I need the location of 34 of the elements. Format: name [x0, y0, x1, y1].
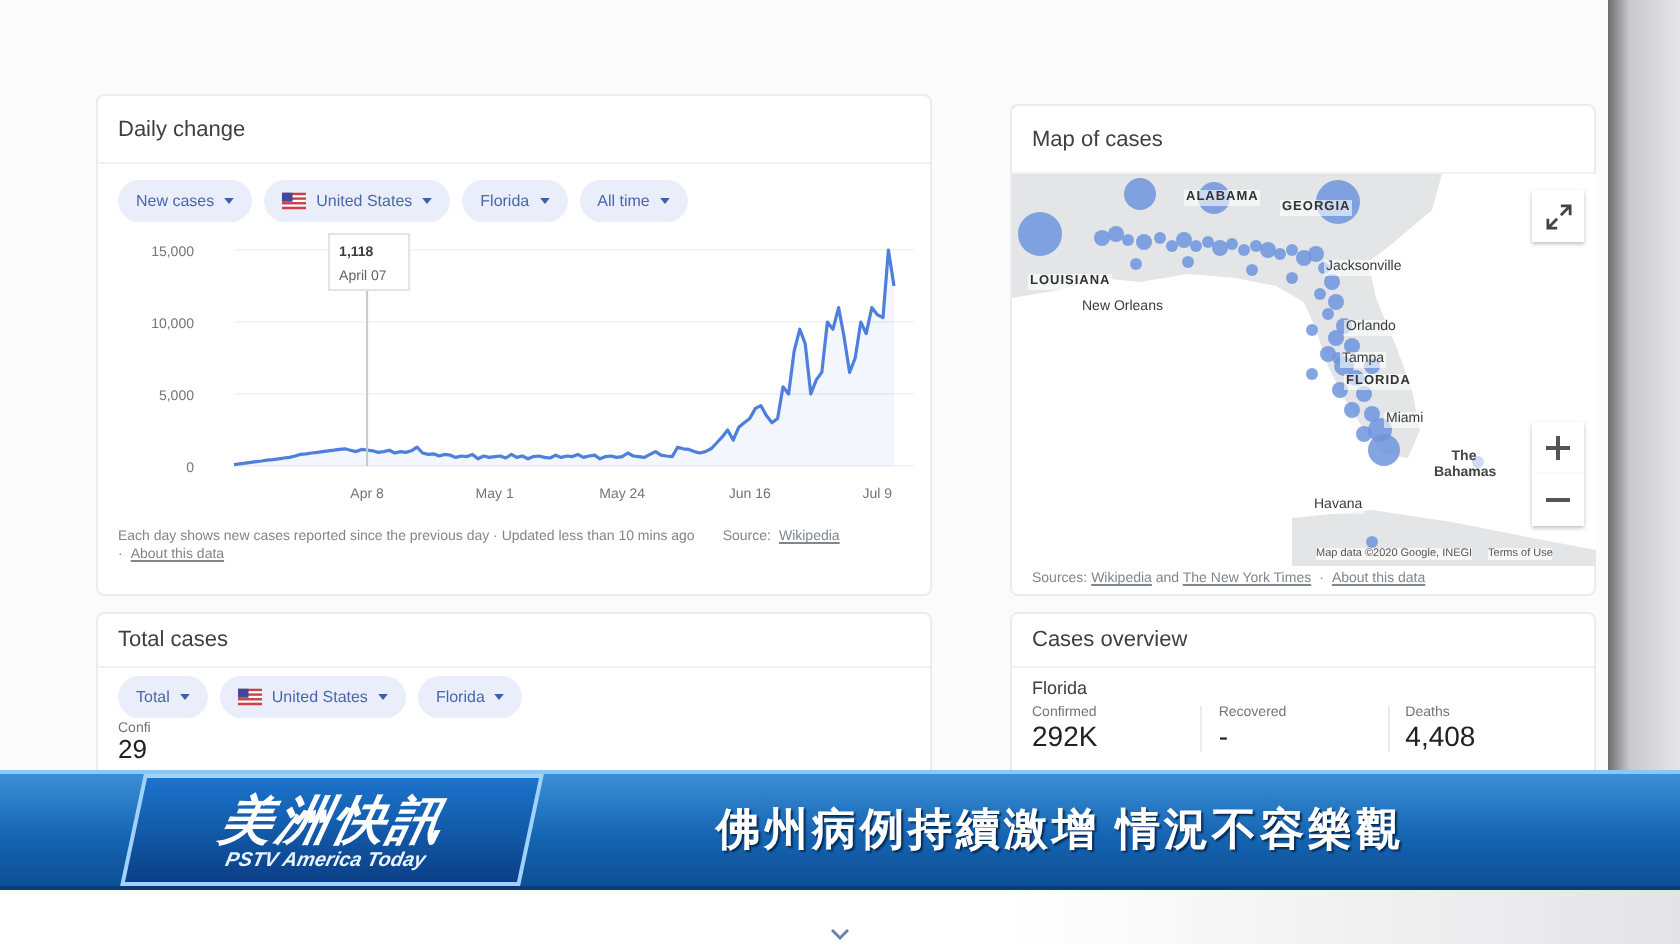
news-headline: 佛州病例持續激增 情況不容樂觀: [716, 802, 1405, 858]
card-title: Total cases: [118, 628, 229, 652]
caret-icon: [224, 198, 235, 204]
program-title: 美洲快訊: [215, 789, 453, 849]
caret-icon: [659, 198, 670, 204]
caret-icon: [494, 694, 505, 700]
chevron-icon: [830, 928, 850, 940]
caret-icon: [377, 694, 388, 700]
filter-chip[interactable]: All time: [579, 180, 688, 222]
stat-value: 29: [118, 736, 149, 764]
filter-chip[interactable]: Total: [118, 676, 208, 718]
fullscreen-button[interactable]: [1532, 190, 1584, 242]
filter-chip[interactable]: United States: [219, 676, 406, 718]
flag-icon: [282, 192, 307, 210]
plus-icon: [1546, 436, 1570, 460]
caret-icon: [422, 198, 433, 204]
flag-icon: [237, 688, 262, 706]
region-name: Florida: [1030, 676, 1090, 698]
card-title: Daily change: [118, 117, 246, 141]
filter-chip[interactable]: United States: [264, 180, 451, 222]
program-subtitle: PSTV America Today: [223, 849, 428, 871]
card-title: Cases overview: [1032, 628, 1188, 652]
zoom-in-button[interactable]: [1532, 422, 1584, 474]
filter-chip[interactable]: New cases: [118, 180, 253, 222]
stat-value: 4,408: [1405, 720, 1478, 752]
stat-value: 292K: [1032, 720, 1100, 752]
filter-chip[interactable]: Florida: [462, 180, 568, 222]
zoom-out-button[interactable]: [1532, 474, 1584, 526]
caret-icon: [179, 694, 190, 700]
stat-value: -: [1218, 720, 1230, 752]
card-title: Map of cases: [1032, 127, 1163, 151]
filter-chip[interactable]: Florida: [417, 676, 523, 718]
caret-icon: [539, 198, 550, 204]
expand-icon: [1545, 203, 1571, 229]
